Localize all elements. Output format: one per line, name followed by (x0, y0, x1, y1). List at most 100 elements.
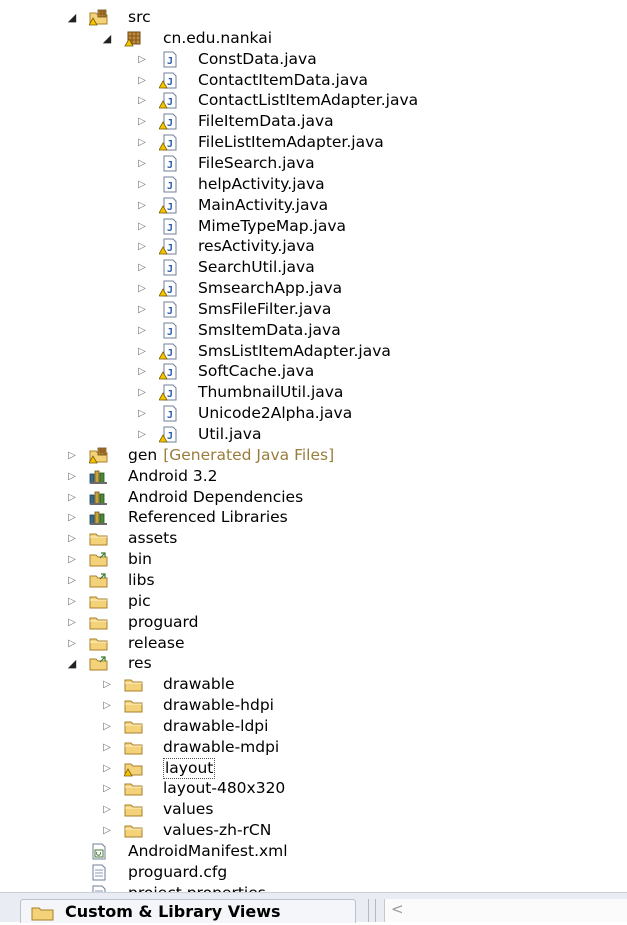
tree-item-filelistitemadapter-java[interactable]: ▷ J FileListItemAdapter.java (0, 132, 627, 153)
collapsed-arrow-icon[interactable]: ▷ (136, 362, 148, 381)
expanded-arrow-icon[interactable]: ◢ (101, 29, 113, 48)
collapsed-arrow-icon[interactable]: ▷ (101, 675, 113, 694)
collapsed-arrow-icon[interactable]: ▷ (136, 133, 148, 152)
collapsed-arrow-icon[interactable]: ▷ (136, 258, 148, 277)
collapsed-arrow-icon[interactable]: ▷ (101, 738, 113, 757)
tree-item-softcache-java[interactable]: ▷ J SoftCache.java (0, 361, 627, 382)
collapsed-arrow-icon[interactable]: ▷ (136, 300, 148, 319)
collapsed-arrow-icon[interactable]: ▷ (66, 634, 78, 653)
tree-item-cn-edu-nankai[interactable]: ◢ cn.edu.nankai (0, 28, 627, 49)
tree-item-helpactivity-java[interactable]: ▷ JhelpActivity.java (0, 174, 627, 195)
svg-text:J: J (167, 368, 173, 379)
collapsed-arrow-icon[interactable]: ▷ (136, 217, 148, 236)
tree-item-drawable-ldpi[interactable]: ▷ drawable-ldpi (0, 716, 627, 737)
tree-item-proguard-cfg[interactable]: proguard.cfg (0, 862, 627, 883)
tree-item-libs[interactable]: ▷ libs (0, 570, 627, 591)
tree-item-values-zh-rcn[interactable]: ▷ values-zh-rCN (0, 820, 627, 841)
tree-item-release[interactable]: ▷ release (0, 633, 627, 654)
tree-item-label: Android Dependencies (128, 487, 304, 506)
tree-item-pic[interactable]: ▷ pic (0, 591, 627, 612)
tree-item-unicode2alpha-java[interactable]: ▷ J Unicode2Alpha.java (0, 403, 627, 424)
tree-item-label: Android 3.2 (128, 466, 218, 485)
collapsed-arrow-icon[interactable]: ▷ (136, 321, 148, 340)
collapsed-arrow-icon[interactable]: ▷ (101, 696, 113, 715)
tree-item-label: proguard (128, 612, 199, 631)
collapsed-arrow-icon[interactable]: ▷ (101, 759, 113, 778)
collapsed-arrow-icon[interactable]: ▷ (101, 800, 113, 819)
tree-item-fileitemdata-java[interactable]: ▷ J FileItemData.java (0, 111, 627, 132)
expanded-arrow-icon[interactable]: ◢ (66, 8, 78, 27)
tree-item-mainactivity-java[interactable]: ▷ J MainActivity.java (0, 195, 627, 216)
svg-text:J: J (167, 139, 173, 150)
expanded-arrow-icon[interactable]: ◢ (66, 654, 78, 673)
custom-library-views-tab[interactable]: Custom & Library Views (20, 899, 356, 923)
tree-item-label: SmsItemData.java (198, 320, 341, 339)
tree-item-drawable-mdpi[interactable]: ▷ drawable-mdpi (0, 737, 627, 758)
collapsed-arrow-icon[interactable]: ▷ (66, 571, 78, 590)
tree-item-assets[interactable]: ▷ assets (0, 528, 627, 549)
collapsed-arrow-icon[interactable]: ▷ (66, 488, 78, 507)
collapsed-arrow-icon[interactable]: ▷ (136, 237, 148, 256)
tree-item-thumbnailutil-java[interactable]: ▷ J ThumbnailUtil.java (0, 382, 627, 403)
scroll-left-icon[interactable]: < (391, 900, 404, 918)
tree-item-values[interactable]: ▷ values (0, 799, 627, 820)
tree-item-drawable[interactable]: ▷ drawable (0, 674, 627, 695)
tree-item-androidmanifest-xml[interactable]: AndroidManifest.xml (0, 841, 627, 862)
collapsed-arrow-icon[interactable]: ▷ (136, 342, 148, 361)
tree-item-constdata-java[interactable]: ▷ J ConstData.java (0, 49, 627, 70)
tree-item-smslistitemadapter-java[interactable]: ▷ J SmsListItemAdapter.java (0, 341, 627, 362)
tree-item-smsfilefilter-java[interactable]: ▷ J SmsFileFilter.java (0, 299, 627, 320)
tree-item-android-3-2[interactable]: ▷ Android 3.2 (0, 466, 627, 487)
tree-item-res[interactable]: ◢ res (0, 653, 627, 674)
collapsed-arrow-icon[interactable]: ▷ (136, 383, 148, 402)
tree-item-filesearch-java[interactable]: ▷ J FileSearch.java (0, 153, 627, 174)
tree-item-label: ContactItemData.java (198, 70, 369, 89)
tree-item-referenced-libraries[interactable]: ▷ Referenced Libraries (0, 507, 627, 528)
collapsed-arrow-icon[interactable]: ▷ (66, 592, 78, 611)
tree-item-searchutil-java[interactable]: ▷ J SearchUtil.java (0, 257, 627, 278)
tree-item-proguard[interactable]: ▷ proguard (0, 612, 627, 633)
collapsed-arrow-icon[interactable]: ▷ (66, 529, 78, 548)
collapsed-arrow-icon[interactable]: ▷ (136, 175, 148, 194)
java-file-warning-icon: J (158, 72, 179, 89)
tree-item-label: SmsListItemAdapter.java (198, 341, 391, 360)
collapsed-arrow-icon[interactable]: ▷ (136, 404, 148, 423)
tree-item-android-dependencies[interactable]: ▷ Android Dependencies (0, 487, 627, 508)
tree-item-contactlistitemadapter-java[interactable]: ▷ J ContactListItemAdapter.java (0, 90, 627, 111)
folder-icon (124, 780, 144, 797)
collapsed-arrow-icon[interactable]: ▷ (66, 550, 78, 569)
tree-item-label: Referenced Libraries (128, 508, 288, 527)
tree-item-project-properties[interactable]: project.properties (0, 883, 627, 892)
tree-item-src[interactable]: ◢ src (0, 7, 627, 28)
tree-item-resactivity-java[interactable]: ▷ JresActivity.java (0, 236, 627, 257)
tree-item-bin[interactable]: ▷ bin (0, 549, 627, 570)
collapsed-arrow-icon[interactable]: ▷ (101, 821, 113, 840)
tree-item-smsitemdata-java[interactable]: ▷ J SmsItemData.java (0, 320, 627, 341)
java-file-icon: J (159, 301, 179, 318)
collapsed-arrow-icon[interactable]: ▷ (101, 717, 113, 736)
collapsed-arrow-icon[interactable]: ▷ (101, 779, 113, 798)
collapsed-arrow-icon[interactable]: ▷ (66, 508, 78, 527)
tree-item-mimetypemap-java[interactable]: ▷ J MimeTypeMap.java (0, 216, 627, 237)
collapsed-arrow-icon[interactable]: ▷ (136, 154, 148, 173)
tree-item-contactitemdata-java[interactable]: ▷ J ContactItemData.java (0, 70, 627, 91)
horizontal-scrollbar[interactable]: < (384, 899, 627, 922)
tree-item-util-java[interactable]: ▷ J Util.java (0, 424, 627, 445)
collapsed-arrow-icon[interactable]: ▷ (136, 50, 148, 69)
collapsed-arrow-icon[interactable]: ▷ (66, 467, 78, 486)
tree-item-smsearchapp-java[interactable]: ▷ J SmsearchApp.java (0, 278, 627, 299)
collapsed-arrow-icon[interactable]: ▷ (136, 425, 148, 444)
tree-item-label: assets (128, 529, 178, 548)
collapsed-arrow-icon[interactable]: ▷ (66, 613, 78, 632)
collapsed-arrow-icon[interactable]: ▷ (136, 112, 148, 131)
collapsed-arrow-icon[interactable]: ▷ (136, 71, 148, 90)
collapsed-arrow-icon[interactable]: ▷ (136, 91, 148, 110)
collapsed-arrow-icon[interactable]: ▷ (136, 196, 148, 215)
source-folder-icon (88, 447, 109, 464)
tree-item-layout[interactable]: ▷ layout (0, 757, 627, 779)
tree-item-drawable-hdpi[interactable]: ▷ drawable-hdpi (0, 695, 627, 716)
collapsed-arrow-icon[interactable]: ▷ (66, 446, 78, 465)
collapsed-arrow-icon[interactable]: ▷ (136, 279, 148, 298)
tree-item-gen[interactable]: ▷ gen [Generated Java Files] (0, 445, 627, 466)
tree-item-layout-480x320[interactable]: ▷ layout-480x320 (0, 778, 627, 799)
